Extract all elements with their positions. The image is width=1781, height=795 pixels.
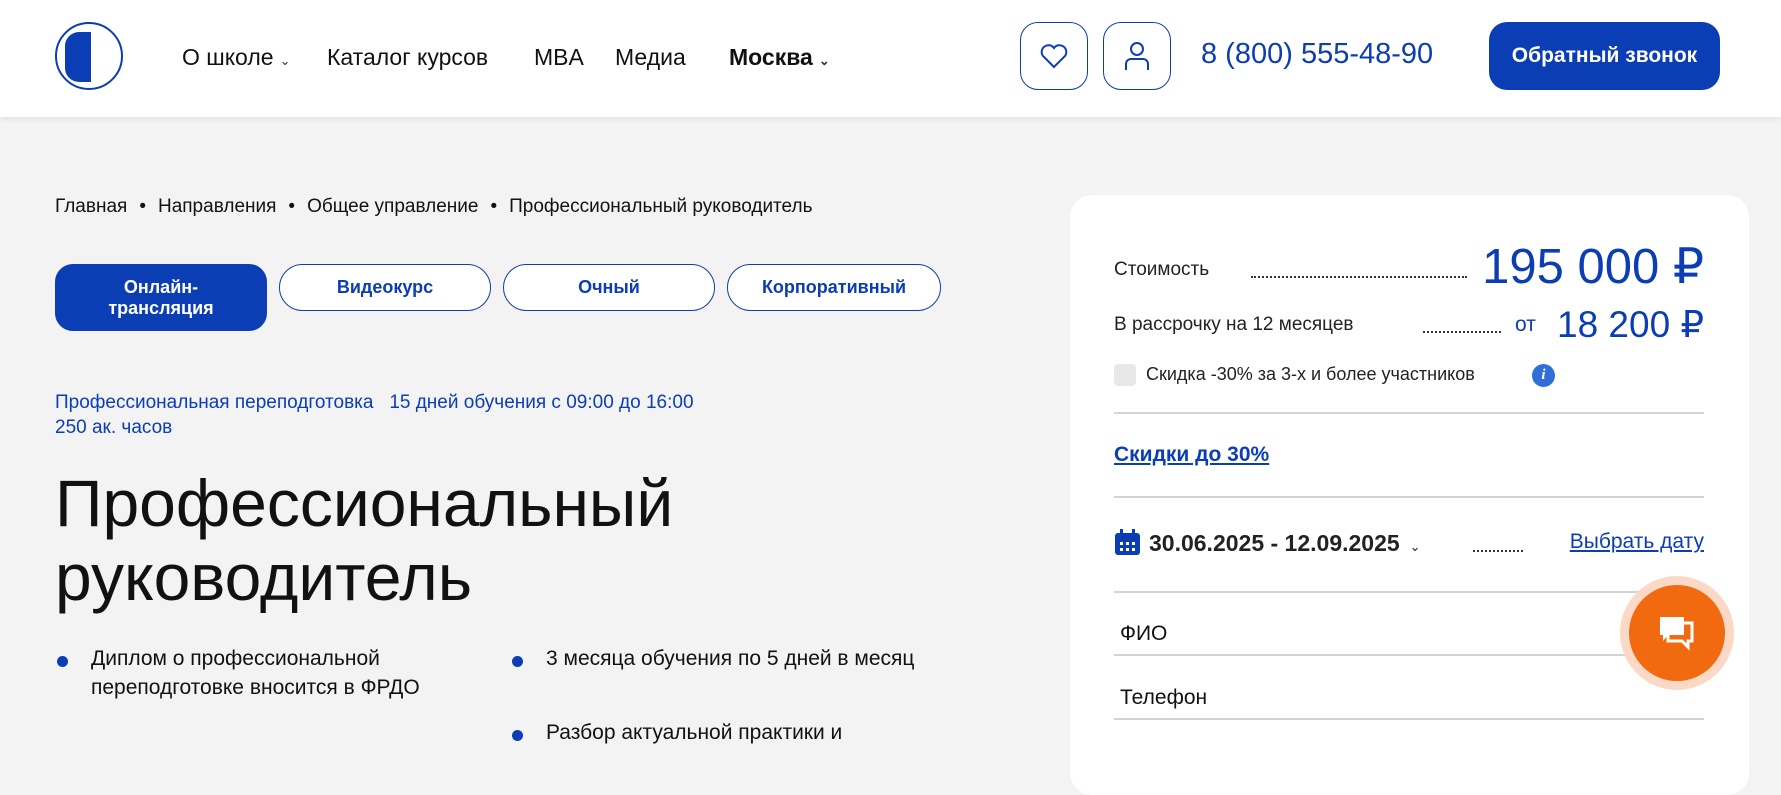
profile-button[interactable] — [1103, 22, 1171, 90]
breadcrumb-separator: • — [288, 196, 296, 217]
fio-input[interactable]: ФИО — [1120, 622, 1167, 646]
bullet-icon — [512, 730, 523, 741]
installment-label: В рассрочку на 12 месяцев — [1114, 314, 1354, 335]
page-title: Профессиональный руководитель — [55, 466, 673, 614]
installment-prefix: от — [1515, 313, 1536, 336]
cost-value: 195 000 ₽ — [1482, 240, 1704, 294]
nav-about-label: О школе — [182, 44, 274, 70]
course-type: Профессиональная переподготовка — [55, 392, 374, 413]
phone-link[interactable]: 8 (800) 555-48-90 — [1201, 38, 1433, 71]
dotted-leader — [1251, 276, 1467, 278]
feature-item: Диплом о профессиональной переподготовке… — [91, 647, 420, 699]
chat-bubbles-icon — [1660, 617, 1694, 651]
bullet-icon — [512, 656, 523, 667]
chat-button[interactable] — [1629, 585, 1725, 681]
discount-checkbox-label[interactable]: Скидка -30% за 3-х и более участников — [1146, 364, 1475, 385]
lion-logo-icon — [65, 32, 91, 82]
user-icon — [1125, 42, 1149, 70]
nav-catalog[interactable]: Каталог курсов — [327, 44, 488, 71]
discount-checkbox[interactable] — [1114, 364, 1136, 386]
logo[interactable] — [55, 22, 123, 90]
feature-item: 3 месяца обучения по 5 дней в месяц — [546, 647, 915, 670]
dotted-leader — [1423, 331, 1501, 333]
cost-label: Стоимость — [1114, 259, 1210, 280]
tab-corporate[interactable]: Корпоративный — [727, 264, 941, 311]
tab-videocourse[interactable]: Видеокурс — [279, 264, 491, 311]
title-line-1: Профессиональный — [55, 466, 674, 540]
city-label: Москва — [729, 44, 813, 70]
date-range-select[interactable]: 30.06.2025 - 12.09.2025 ⌄ — [1149, 530, 1421, 557]
phone-input[interactable]: Телефон — [1120, 686, 1207, 710]
chevron-down-icon: ⌄ — [1409, 539, 1421, 554]
input-underline — [1114, 718, 1704, 720]
dotted-leader — [1473, 550, 1523, 552]
breadcrumb-separator: • — [139, 196, 146, 217]
breadcrumb-directions[interactable]: Направления — [158, 196, 276, 218]
course-hours: 250 ак. часов — [55, 417, 173, 438]
bullet-icon — [57, 656, 68, 667]
chevron-down-icon: ⌄ — [279, 53, 291, 68]
callback-button[interactable]: Обратный звонок — [1489, 22, 1720, 90]
breadcrumb-home[interactable]: Главная — [55, 196, 127, 218]
favorites-button[interactable] — [1020, 22, 1088, 90]
breadcrumb-separator: • — [490, 196, 498, 217]
city-selector[interactable]: Москва ⌄ — [729, 44, 830, 71]
site-header: О школе ⌄ Каталог курсов MBA Медиа Москва… — [0, 0, 1781, 117]
input-underline — [1114, 654, 1704, 656]
date-range-value: 30.06.2025 - 12.09.2025 — [1149, 530, 1400, 556]
divider — [1114, 412, 1704, 414]
nav-mba[interactable]: MBA — [534, 44, 584, 71]
chevron-down-icon: ⌄ — [818, 53, 830, 68]
divider — [1114, 496, 1704, 498]
calendar-icon — [1114, 529, 1141, 556]
nav-about[interactable]: О школе ⌄ — [182, 44, 290, 71]
installment-value: 18 200 ₽ — [1557, 304, 1704, 345]
info-icon[interactable]: i — [1532, 364, 1555, 387]
breadcrumb-general-management[interactable]: Общее управление — [307, 196, 478, 218]
choose-date-link[interactable]: Выбрать дату — [1557, 530, 1704, 554]
tab-online[interactable]: Онлайн-трансляция — [55, 264, 267, 331]
discounts-link[interactable]: Скидки до 30% — [1114, 443, 1269, 467]
nav-media[interactable]: Медиа — [615, 44, 686, 71]
title-line-2: руководитель — [55, 540, 473, 614]
tab-offline[interactable]: Очный — [503, 264, 715, 311]
feature-item: Разбор актуальной практики и — [546, 721, 843, 744]
breadcrumb: Главная • Направления • Общее управление • … — [55, 196, 812, 218]
course-schedule: 15 дней обучения с 09:00 до 16:00 — [389, 392, 694, 413]
divider — [1114, 591, 1704, 593]
heart-icon — [1040, 44, 1068, 69]
breadcrumb-current: Профессиональный руководитель — [509, 196, 813, 217]
course-meta: Профессиональная переподготовка 15 дней … — [55, 392, 694, 414]
